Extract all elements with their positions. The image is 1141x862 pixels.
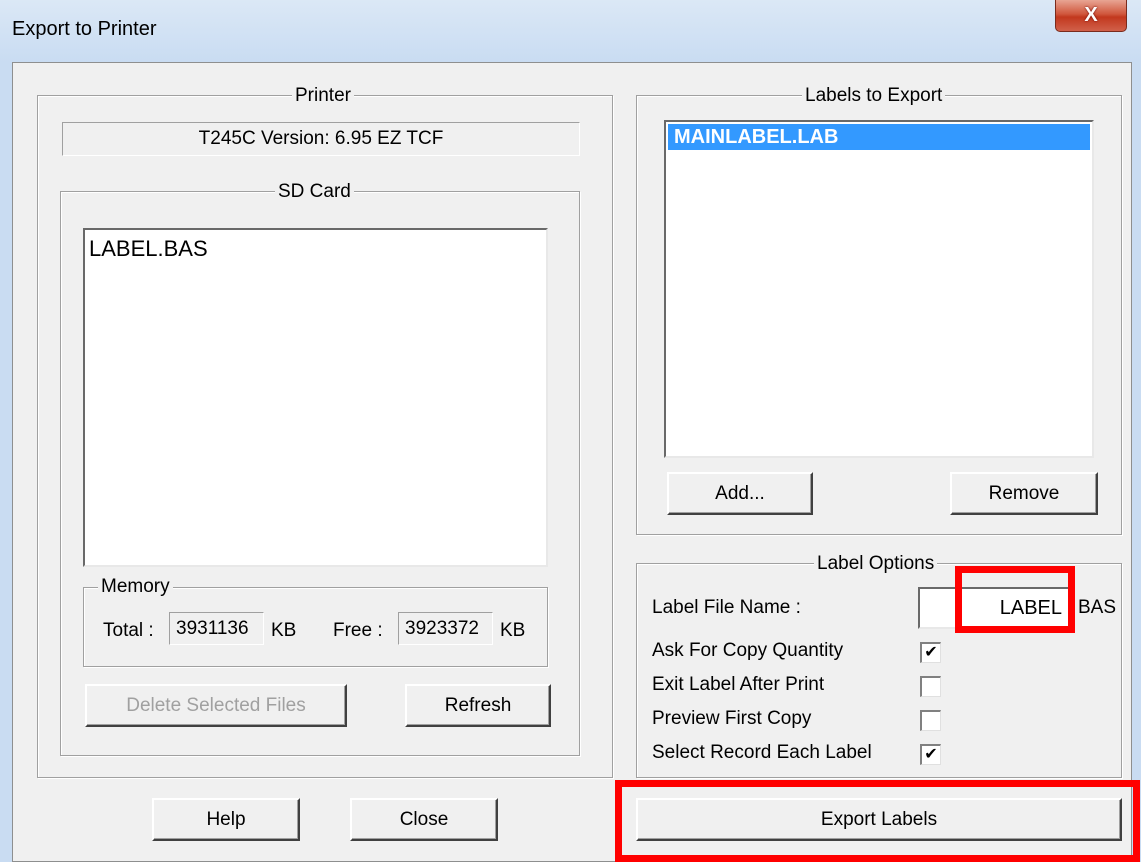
ask-copy-quantity-label: Ask For Copy Quantity: [652, 640, 844, 661]
help-label: Help: [206, 808, 246, 830]
sd-card-group-label: SD Card: [275, 181, 354, 203]
memory-free-value: 3923372: [405, 617, 479, 639]
title-bar: [0, 0, 1141, 62]
add-label-button[interactable]: Add...: [667, 472, 813, 515]
sd-card-file-item[interactable]: LABEL.BAS: [89, 236, 542, 262]
ask-copy-quantity-checkbox[interactable]: ✔: [920, 642, 941, 663]
memory-free-label: Free :: [333, 620, 383, 641]
preview-first-copy-label: Preview First Copy: [652, 708, 812, 729]
label-file-name-label: Label File Name :: [652, 597, 801, 618]
printer-version-text: T245C Version: 6.95 EZ TCF: [198, 128, 444, 149]
checkmark-icon: ✔: [924, 746, 938, 763]
memory-group-label: Memory: [98, 576, 173, 598]
remove-label-text: Remove: [988, 482, 1060, 504]
printer-version-field: T245C Version: 6.95 EZ TCF: [62, 122, 580, 156]
label-file-name-input[interactable]: LABEL: [918, 587, 1074, 629]
export-labels-button[interactable]: Export Labels: [636, 798, 1122, 841]
window-frame-left: [0, 62, 12, 862]
exit-after-print-checkbox[interactable]: [920, 676, 941, 697]
memory-total-field: 3931136: [169, 612, 264, 645]
select-record-each-checkbox[interactable]: ✔: [920, 744, 941, 765]
memory-free-unit: KB: [500, 620, 526, 641]
export-labels-label: Export Labels: [820, 808, 938, 830]
labels-to-export-item-selected[interactable]: MAINLABEL.LAB: [668, 124, 1090, 150]
help-button[interactable]: Help: [152, 798, 300, 841]
label-options-group-label: Label Options: [814, 553, 938, 575]
window-title: Export to Printer: [12, 18, 157, 40]
window-frame-right: [1132, 62, 1141, 862]
delete-selected-files-label: Delete Selected Files: [126, 694, 306, 716]
checkmark-icon: ✔: [924, 644, 938, 661]
close-button[interactable]: Close: [350, 798, 498, 841]
close-icon: X: [1084, 4, 1098, 26]
close-label: Close: [399, 808, 449, 830]
preview-first-copy-checkbox[interactable]: [920, 710, 941, 731]
remove-label-button[interactable]: Remove: [950, 472, 1098, 515]
printer-group-label: Printer: [292, 85, 354, 107]
sd-card-file-list[interactable]: LABEL.BAS: [83, 228, 548, 567]
memory-total-value: 3931136: [176, 617, 249, 639]
exit-after-print-label: Exit Label After Print: [652, 674, 825, 695]
label-file-name-value: LABEL: [999, 596, 1062, 619]
label-file-ext: BAS: [1078, 597, 1117, 618]
memory-total-unit: KB: [271, 620, 297, 641]
close-window-button[interactable]: X: [1055, 0, 1127, 32]
refresh-label: Refresh: [444, 694, 512, 716]
memory-total-label: Total :: [103, 620, 154, 641]
select-record-each-label: Select Record Each Label: [652, 742, 872, 763]
refresh-button[interactable]: Refresh: [405, 684, 551, 727]
labels-to-export-list[interactable]: MAINLABEL.LAB: [664, 120, 1094, 458]
labels-to-export-group-label: Labels to Export: [802, 85, 946, 107]
delete-selected-files-button[interactable]: Delete Selected Files: [85, 684, 347, 727]
add-label-text: Add...: [715, 482, 765, 504]
memory-free-field: 3923372: [398, 612, 493, 645]
